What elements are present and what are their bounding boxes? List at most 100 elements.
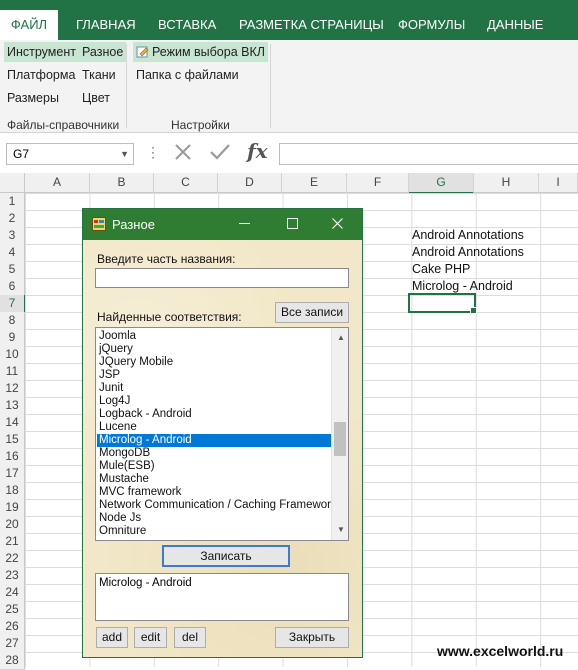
list-item[interactable]: MVC framework xyxy=(99,486,181,499)
row-header[interactable]: 7 xyxy=(0,295,26,313)
row-header[interactable]: 9 xyxy=(0,329,25,347)
papka-button[interactable]: Папка с файлами xyxy=(133,65,242,85)
tsvet-button[interactable]: Цвет xyxy=(79,88,113,108)
list-item[interactable]: Logback - Android xyxy=(99,408,192,421)
row-header[interactable]: 13 xyxy=(0,397,25,415)
raznoe-dialog: Разное Введите часть названия: Найденные… xyxy=(82,208,363,658)
row-header[interactable]: 24 xyxy=(0,584,25,602)
raznoe-button[interactable]: Разное xyxy=(79,42,127,62)
row-header[interactable]: 11 xyxy=(0,363,25,381)
column-header[interactable]: A xyxy=(25,173,90,193)
platforma-button[interactable]: Платформа xyxy=(4,65,78,85)
list-item[interactable]: Network Communication / Caching Framewor… xyxy=(99,499,337,512)
dialog-title-bar[interactable]: Разное xyxy=(83,209,362,240)
fill-handle[interactable] xyxy=(470,307,477,314)
minimize-icon[interactable] xyxy=(239,223,250,224)
add-button[interactable]: add xyxy=(96,627,128,648)
list-item[interactable]: Junit xyxy=(99,382,123,395)
column-header[interactable]: E xyxy=(282,173,347,193)
insert-function-icon[interactable]: fx xyxy=(247,139,268,163)
row-header[interactable]: 28 xyxy=(0,652,25,670)
column-header[interactable]: F xyxy=(347,173,409,193)
list-item[interactable]: Mustache xyxy=(99,473,149,486)
edit-button[interactable]: edit xyxy=(134,627,167,648)
instrument-button[interactable]: Инструмент xyxy=(4,42,79,62)
cell-g3[interactable]: Android Annotations xyxy=(412,227,524,244)
list-item[interactable]: Microlog - Android xyxy=(97,434,332,447)
list-item[interactable]: MongoDB xyxy=(99,447,150,460)
row-header[interactable]: 21 xyxy=(0,533,25,551)
rezhim-button[interactable]: Режим выбора ВКЛ xyxy=(133,42,268,62)
cancel-icon[interactable] xyxy=(173,142,193,167)
cell-g5[interactable]: Cake PHP xyxy=(412,261,470,278)
row-header[interactable]: 5 xyxy=(0,261,25,279)
tab-formulas[interactable]: ФОРМУЛЫ xyxy=(398,10,465,40)
close-icon[interactable] xyxy=(332,217,343,232)
row-header[interactable]: 16 xyxy=(0,448,25,466)
name-box-value: G7 xyxy=(13,147,30,161)
write-button[interactable]: Записать xyxy=(162,545,290,567)
tkani-button[interactable]: Ткани xyxy=(79,65,119,85)
column-header[interactable]: H xyxy=(474,173,539,193)
row-header[interactable]: 20 xyxy=(0,516,25,534)
cell-g4[interactable]: Android Annotations xyxy=(412,244,524,261)
column-header[interactable]: D xyxy=(218,173,282,193)
row-header[interactable]: 6 xyxy=(0,278,25,296)
row-header[interactable]: 4 xyxy=(0,244,25,262)
del-button[interactable]: del xyxy=(174,627,206,648)
list-item[interactable]: Omniture xyxy=(99,525,146,538)
column-header[interactable]: B xyxy=(90,173,154,193)
chevron-down-icon[interactable]: ▼ xyxy=(120,144,129,164)
row-header[interactable]: 14 xyxy=(0,414,25,432)
column-header[interactable]: I xyxy=(539,173,578,193)
close-button[interactable]: Закрыть xyxy=(275,627,349,648)
scroll-up-icon[interactable]: ▲ xyxy=(337,333,345,342)
tab-data[interactable]: ДАННЫЕ xyxy=(487,10,543,40)
list-item[interactable]: jQuery xyxy=(99,343,133,356)
row-header[interactable]: 8 xyxy=(0,312,25,330)
row-header[interactable]: 27 xyxy=(0,635,25,653)
row-header[interactable]: 18 xyxy=(0,482,25,500)
rezhim-label: Режим выбора ВКЛ xyxy=(152,45,265,59)
tab-page-layout[interactable]: РАЗМЕТКА СТРАНИЦЫ xyxy=(239,10,384,40)
row-header[interactable]: 15 xyxy=(0,431,25,449)
column-header[interactable]: C xyxy=(154,173,218,193)
tab-file[interactable]: ФАЙЛ xyxy=(0,10,58,40)
tab-insert[interactable]: ВСТАВКА xyxy=(158,10,216,40)
scrollbar-thumb[interactable] xyxy=(334,422,346,456)
active-cell-cursor[interactable] xyxy=(408,293,476,313)
enter-check-icon[interactable] xyxy=(209,142,231,167)
list-item[interactable]: Log4J xyxy=(99,395,130,408)
row-header[interactable]: 25 xyxy=(0,601,25,619)
scroll-down-icon[interactable]: ▼ xyxy=(337,525,345,534)
maximize-icon[interactable] xyxy=(287,218,298,229)
row-header[interactable]: 26 xyxy=(0,618,25,636)
all-records-button[interactable]: Все записи xyxy=(275,302,349,323)
row-header[interactable]: 22 xyxy=(0,550,25,568)
list-item[interactable]: Node Js xyxy=(99,512,141,525)
column-header[interactable]: G xyxy=(409,173,474,194)
list-item[interactable]: Lucene xyxy=(99,421,137,434)
memo-textbox[interactable]: Microlog - Android xyxy=(95,573,349,621)
row-header[interactable]: 23 xyxy=(0,567,25,585)
row-header[interactable]: 19 xyxy=(0,499,25,517)
list-item[interactable]: JQuery Mobile xyxy=(99,356,173,369)
list-item[interactable]: JSP xyxy=(99,369,120,382)
listbox-scrollbar[interactable]: ▲ ▼ xyxy=(331,328,348,540)
row-header[interactable]: 10 xyxy=(0,346,25,364)
row-header[interactable]: 3 xyxy=(0,227,25,245)
select-all-corner[interactable] xyxy=(0,173,25,193)
list-item[interactable]: Mule(ESB) xyxy=(99,460,155,473)
row-header[interactable]: 2 xyxy=(0,210,25,228)
row-header[interactable]: 1 xyxy=(0,193,25,211)
row-header[interactable]: 17 xyxy=(0,465,25,483)
search-input[interactable] xyxy=(95,268,349,288)
list-item[interactable]: Joomla xyxy=(99,330,136,343)
row-header[interactable]: 12 xyxy=(0,380,25,398)
razmery-button[interactable]: Размеры xyxy=(4,88,62,108)
formula-input[interactable] xyxy=(279,143,578,165)
tab-home[interactable]: ГЛАВНАЯ xyxy=(76,10,136,40)
name-box[interactable]: G7 ▼ xyxy=(6,143,134,165)
app-window-icon xyxy=(92,217,106,234)
matches-listbox[interactable]: Joomla jQuery JQuery Mobile JSP Junit Log4J Lo… xyxy=(95,327,349,541)
